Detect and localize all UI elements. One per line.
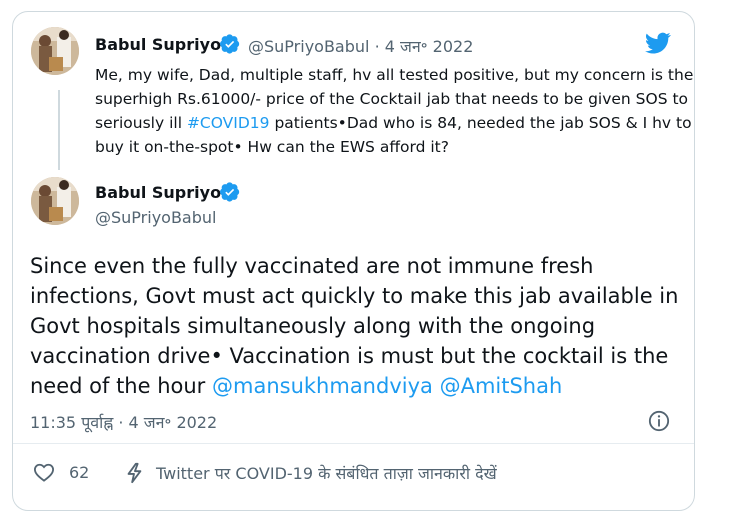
divider (13, 443, 694, 444)
mention-link[interactable]: @AmitShah (440, 374, 563, 398)
handle-text: @SuPriyoBabul (248, 37, 370, 56)
tweet-timestamp[interactable]: 11:35 पूर्वाह्न · 4 जन॰ 2022 (30, 411, 217, 433)
twitter-bird-icon[interactable] (643, 30, 673, 56)
main-tweet-text: Since even the fully vaccinated are not … (30, 251, 690, 401)
like-count: 62 (69, 462, 90, 482)
avatar-photo (31, 177, 79, 225)
covid-info-label: Twitter पर COVID-19 के संबंधित ताज़ा जान… (156, 464, 497, 483)
like-button[interactable]: 62 (33, 462, 89, 482)
mention-link[interactable]: @mansukhmandviya (212, 374, 433, 398)
hashtag-link[interactable]: #COVID19 (187, 114, 270, 132)
verified-badge-icon (220, 182, 240, 202)
quoted-tweet-text: Me, my wife, Dad, multiple staff, hv all… (95, 63, 695, 159)
quoted-author-name[interactable]: Babul Supriyo (95, 35, 221, 54)
quoted-date[interactable]: · 4 जन॰ 2022 (375, 37, 474, 56)
info-icon[interactable] (648, 410, 670, 432)
main-author-name[interactable]: Babul Supriyo (95, 183, 221, 202)
verified-badge-icon (220, 34, 240, 54)
avatar-photo (31, 27, 79, 75)
covid-info-link[interactable]: Twitter पर COVID-19 के संबंधित ताज़ा जान… (124, 462, 497, 484)
quoted-author-handle[interactable]: @SuPriyoBabul · 4 जन॰ 2022 (248, 35, 473, 57)
thread-connector-line (58, 90, 60, 170)
avatar[interactable] (31, 27, 79, 75)
main-author-handle[interactable]: @SuPriyoBabul (95, 208, 216, 227)
avatar[interactable] (31, 177, 79, 225)
heart-icon (33, 463, 55, 482)
lightning-icon (127, 462, 142, 484)
